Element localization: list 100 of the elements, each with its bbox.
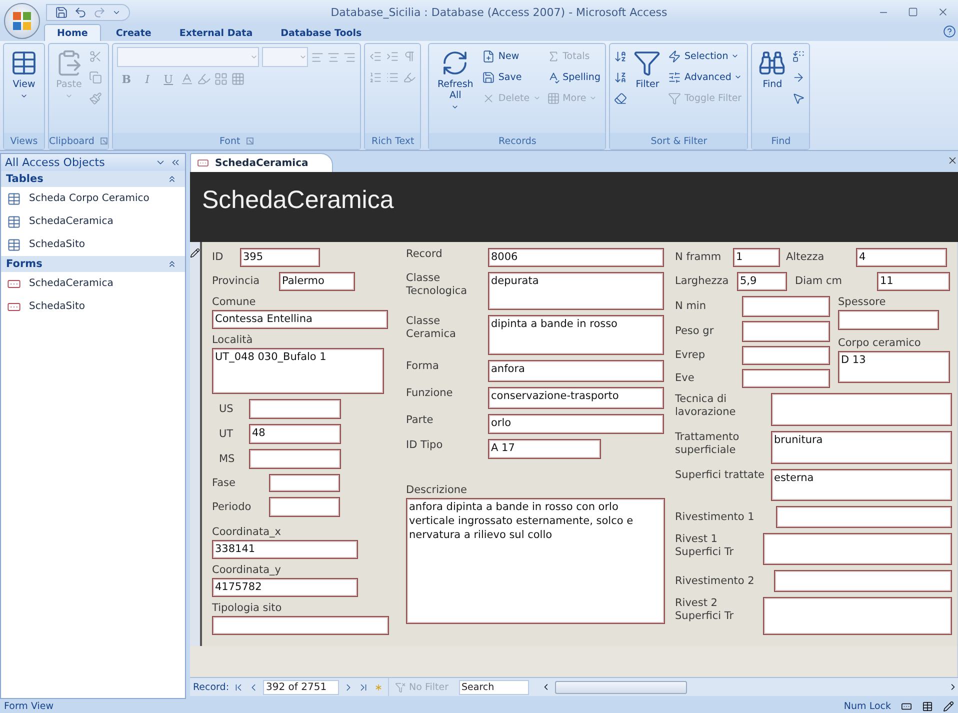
input-field[interactable]	[742, 321, 830, 342]
input-field[interactable]: A 17	[488, 439, 601, 459]
nav-item-label: SchedaSito	[29, 239, 85, 250]
input-field[interactable]: 11	[877, 272, 950, 291]
field-label: Classe Tecnologica	[406, 272, 468, 298]
ribbon-button[interactable]: Save	[481, 68, 542, 86]
input-field[interactable]	[771, 393, 952, 426]
ribbon-tab[interactable]: External Data	[166, 24, 266, 41]
input-field[interactable]: 4	[856, 248, 947, 267]
close-button[interactable]	[947, 155, 958, 166]
numbered-list-icon	[369, 70, 382, 84]
input-field[interactable]	[249, 399, 341, 419]
chevrons-left-icon	[170, 157, 181, 168]
form-view-icon	[901, 700, 912, 712]
input-field[interactable]	[774, 570, 952, 592]
font-color-icon	[180, 72, 194, 86]
nav-item[interactable]: SchedaCeramica	[1, 272, 185, 295]
input-field[interactable]: 8006	[488, 248, 664, 267]
field-label: Altezza	[786, 251, 826, 264]
record-position-field[interactable]: 392 of 2751	[263, 680, 340, 694]
input-field[interactable]	[742, 346, 830, 365]
help-icon	[943, 25, 956, 38]
group-label: Font	[220, 136, 240, 146]
input-field[interactable]: dipinta a bande in rosso	[488, 315, 664, 355]
ribbon-button[interactable]: Spelling	[546, 68, 602, 86]
collapse-pane-button[interactable]	[170, 157, 181, 168]
field-label: Corpo ceramico	[838, 337, 922, 350]
ribbon-tab[interactable]: Home	[44, 24, 101, 41]
input-field[interactable]	[269, 474, 340, 492]
input-field[interactable]	[212, 616, 389, 635]
input-field[interactable]: 4175782	[212, 578, 358, 597]
record-selector[interactable]	[190, 242, 202, 646]
group-label: Sort & Filter	[650, 136, 708, 146]
office-button[interactable]	[4, 3, 40, 39]
input-field[interactable]: Contessa Entellina	[212, 310, 388, 329]
input-field[interactable]: 5,9	[737, 272, 787, 291]
ribbon-button[interactable]: Advanced	[667, 68, 744, 86]
input-field[interactable]: brunitura	[771, 431, 952, 464]
input-field[interactable]	[763, 597, 952, 635]
ribbon-button[interactable]: Filter	[631, 47, 664, 92]
form-title: SchedaCeramica	[202, 186, 394, 215]
ribbon-button[interactable]: View	[8, 47, 40, 102]
nav-section-header[interactable]: Forms	[1, 256, 185, 272]
nav-item-label: SchedaCeramica	[29, 278, 114, 289]
filter-icon	[668, 92, 682, 104]
undo-button[interactable]	[74, 6, 87, 18]
ribbon-button[interactable]: Selection	[667, 47, 744, 65]
input-field[interactable]	[249, 449, 341, 469]
search-field[interactable]: Search	[458, 680, 528, 694]
record-label: Record:	[193, 682, 230, 692]
input-field[interactable]	[269, 497, 340, 517]
save-button[interactable]	[55, 6, 68, 18]
input-field[interactable]: depurata	[488, 272, 664, 310]
input-field[interactable]: 338141	[212, 540, 358, 559]
input-field[interactable]: anfora	[488, 360, 664, 382]
input-field[interactable]	[742, 369, 830, 388]
nav-item[interactable]: SchedaSito	[1, 295, 185, 318]
table-icon	[10, 49, 38, 77]
highlight-icon	[403, 70, 416, 84]
field-label: Diam cm	[795, 275, 844, 288]
field-label: Tipologia sito	[212, 602, 283, 615]
nav-item[interactable]: SchedaCeramica	[1, 210, 185, 233]
sort-descending-icon	[614, 70, 628, 84]
nav-item[interactable]: SchedaSito	[1, 233, 185, 256]
ribbon-tab[interactable]: Create	[102, 24, 164, 41]
field-label: Coordinata_y	[212, 564, 282, 577]
ribbon-button[interactable]: Find	[756, 47, 788, 92]
caret-icon	[20, 92, 28, 100]
field-label: UT	[219, 428, 234, 440]
input-field[interactable]: 48	[249, 424, 341, 444]
pencil-icon	[190, 248, 200, 258]
ribbon-button[interactable]: New	[481, 47, 542, 65]
ribbon-tab[interactable]: Database Tools	[268, 24, 375, 41]
input-field[interactable]: conservazione-trasporto	[488, 387, 664, 409]
document-tab[interactable]: SchedaCeramica	[190, 153, 334, 172]
datasheet-view-icon	[922, 700, 933, 712]
input-field[interactable]	[742, 296, 830, 317]
nav-section-header[interactable]: Tables	[1, 171, 185, 187]
grid-icon	[546, 92, 560, 104]
nav-item-label: Scheda Corpo Ceramico	[29, 193, 150, 204]
input-field[interactable]: Palermo	[279, 272, 355, 291]
ribbon-button[interactable]: Refresh All	[433, 47, 478, 113]
input-field[interactable]	[763, 533, 952, 565]
caret-icon	[532, 94, 541, 102]
input-field[interactable]: anfora dipinta a bande in rosso con orlo verticale ingrossato esternamente, solco e nervatura a rilievo sul collo	[406, 498, 665, 624]
status-indicator: Num Lock	[844, 700, 891, 712]
input-field[interactable]: 1	[733, 248, 780, 267]
field-label: Forma	[406, 360, 440, 373]
close-icon	[937, 6, 949, 18]
input-field[interactable]: 395	[240, 248, 320, 267]
help-button[interactable]	[943, 25, 956, 38]
input-field[interactable]: esterna	[771, 469, 952, 501]
input-field[interactable]	[838, 310, 939, 330]
nav-item[interactable]: Scheda Corpo Ceramico	[1, 187, 185, 210]
input-field[interactable]: UT_048 030_Bufalo 1	[212, 348, 384, 394]
input-field[interactable]: D 13	[838, 351, 950, 383]
input-field[interactable]: orlo	[488, 414, 664, 434]
scissors-icon	[89, 50, 102, 62]
caret-icon	[734, 73, 742, 81]
input-field[interactable]	[776, 506, 952, 528]
